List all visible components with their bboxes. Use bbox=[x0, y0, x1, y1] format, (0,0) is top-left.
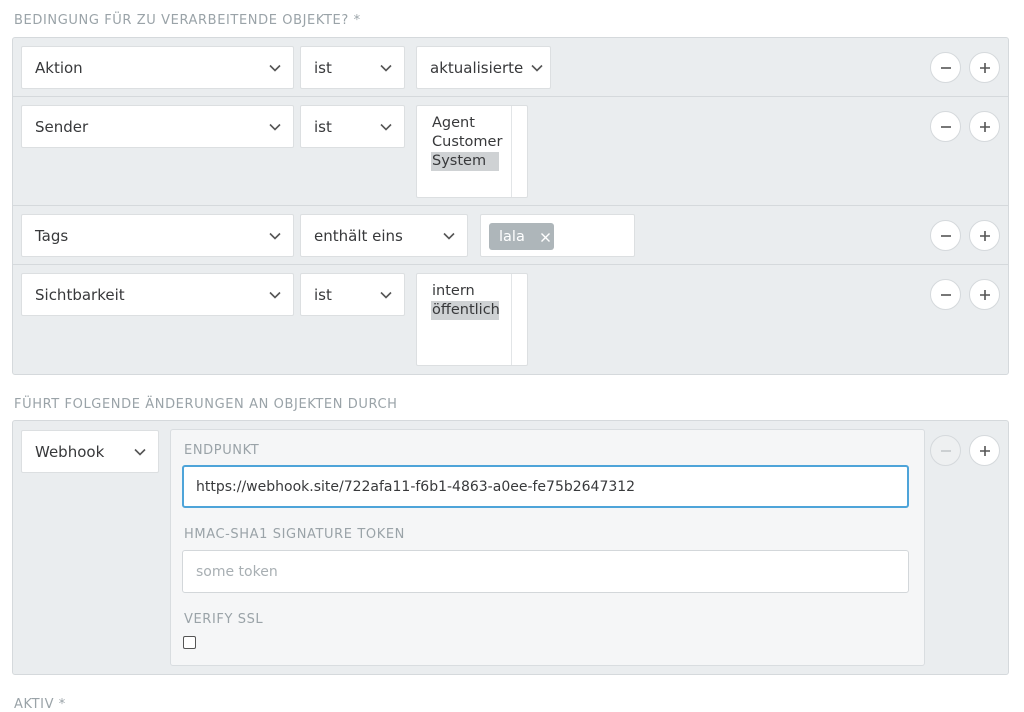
attribute-select[interactable]: Sichtbarkeit bbox=[21, 273, 294, 316]
attribute-select-value: Sichtbarkeit bbox=[35, 285, 125, 304]
condition-row-tags: Tags enthält eins lala bbox=[13, 206, 1008, 265]
actions-panel: Webhook Endpunkt HMAC-SHA1 Signature Tok… bbox=[12, 420, 1009, 675]
remove-condition-button[interactable] bbox=[930, 52, 961, 83]
option-system[interactable]: System bbox=[431, 152, 499, 171]
operator-select-value: ist bbox=[314, 117, 332, 136]
operator-select[interactable]: ist bbox=[300, 105, 405, 148]
chevron-down-icon bbox=[380, 289, 392, 301]
value-select-value: aktualisierte bbox=[430, 58, 524, 77]
actions-heading: Führt folgende Änderungen an Objekten du… bbox=[14, 397, 398, 412]
condition-row-sichtbarkeit: Sichtbarkeit ist intern öffentlich bbox=[13, 265, 1008, 375]
remove-condition-button[interactable] bbox=[930, 111, 961, 142]
attribute-select[interactable]: Tags bbox=[21, 214, 294, 257]
add-action-button[interactable] bbox=[969, 435, 1000, 466]
hmac-token-label: HMAC-SHA1 Signature Token bbox=[184, 527, 405, 542]
attribute-select-value: Sender bbox=[35, 117, 89, 136]
hmac-token-input[interactable] bbox=[182, 550, 909, 593]
minus-icon bbox=[940, 445, 952, 457]
option-intern[interactable]: intern bbox=[431, 282, 499, 301]
attribute-select[interactable]: Aktion bbox=[21, 46, 294, 89]
plus-icon bbox=[979, 121, 991, 133]
attribute-select[interactable]: Sender bbox=[21, 105, 294, 148]
add-condition-button[interactable] bbox=[969, 111, 1000, 142]
operator-select[interactable]: ist bbox=[300, 46, 405, 89]
close-icon[interactable] bbox=[540, 231, 551, 247]
conditions-heading: Bedingung für zu verarbeitende Objekte? … bbox=[14, 13, 361, 28]
endpoint-input[interactable] bbox=[182, 465, 909, 508]
chevron-down-icon bbox=[269, 230, 281, 242]
tag-chip: lala bbox=[489, 223, 554, 250]
conditions-panel: Aktion ist aktualisierte Sender ist Agen… bbox=[12, 37, 1009, 375]
sender-multiselect[interactable]: Agent Customer System bbox=[416, 105, 528, 198]
plus-icon bbox=[979, 230, 991, 242]
action-type-select[interactable]: Webhook bbox=[21, 430, 159, 473]
endpoint-label: Endpunkt bbox=[184, 443, 260, 458]
option-oeffentlich[interactable]: öffentlich bbox=[431, 301, 500, 320]
plus-icon bbox=[979, 289, 991, 301]
plus-icon bbox=[979, 62, 991, 74]
tags-input[interactable]: lala bbox=[480, 214, 635, 257]
add-condition-button[interactable] bbox=[969, 279, 1000, 310]
scrollbar[interactable] bbox=[511, 274, 527, 365]
chevron-down-icon bbox=[380, 121, 392, 133]
tag-label: lala bbox=[499, 228, 525, 245]
condition-row-sender: Sender ist Agent Customer System bbox=[13, 97, 1008, 206]
chevron-down-icon bbox=[269, 62, 281, 74]
chevron-down-icon bbox=[531, 62, 543, 74]
remove-action-button[interactable] bbox=[930, 435, 961, 466]
verify-ssl-checkbox[interactable] bbox=[183, 636, 196, 649]
chevron-down-icon bbox=[134, 446, 146, 458]
minus-icon bbox=[940, 62, 952, 74]
operator-select[interactable]: enthält eins bbox=[300, 214, 468, 257]
chevron-down-icon bbox=[443, 230, 455, 242]
plus-icon bbox=[979, 445, 991, 457]
verify-ssl-label: Verify SSL bbox=[184, 612, 264, 627]
chevron-down-icon bbox=[380, 62, 392, 74]
option-agent[interactable]: Agent bbox=[431, 114, 499, 133]
add-condition-button[interactable] bbox=[969, 220, 1000, 251]
visibility-multiselect[interactable]: intern öffentlich bbox=[416, 273, 528, 366]
attribute-select-value: Tags bbox=[35, 226, 69, 245]
operator-select-value: enthält eins bbox=[314, 226, 403, 245]
remove-condition-button[interactable] bbox=[930, 220, 961, 251]
add-condition-button[interactable] bbox=[969, 52, 1000, 83]
remove-condition-button[interactable] bbox=[930, 279, 961, 310]
operator-select-value: ist bbox=[314, 58, 332, 77]
value-select[interactable]: aktualisierte bbox=[416, 46, 551, 89]
scrollbar[interactable] bbox=[511, 106, 527, 197]
operator-select-value: ist bbox=[314, 285, 332, 304]
chevron-down-icon bbox=[269, 289, 281, 301]
operator-select[interactable]: ist bbox=[300, 273, 405, 316]
webhook-settings: Endpunkt HMAC-SHA1 Signature Token Verif… bbox=[170, 429, 925, 666]
option-customer[interactable]: Customer bbox=[431, 133, 502, 152]
attribute-select-value: Aktion bbox=[35, 58, 83, 77]
action-type-value: Webhook bbox=[35, 442, 105, 461]
minus-icon bbox=[940, 289, 952, 301]
condition-row-aktion: Aktion ist aktualisierte bbox=[13, 38, 1008, 97]
chevron-down-icon bbox=[269, 121, 281, 133]
minus-icon bbox=[940, 121, 952, 133]
minus-icon bbox=[940, 230, 952, 242]
